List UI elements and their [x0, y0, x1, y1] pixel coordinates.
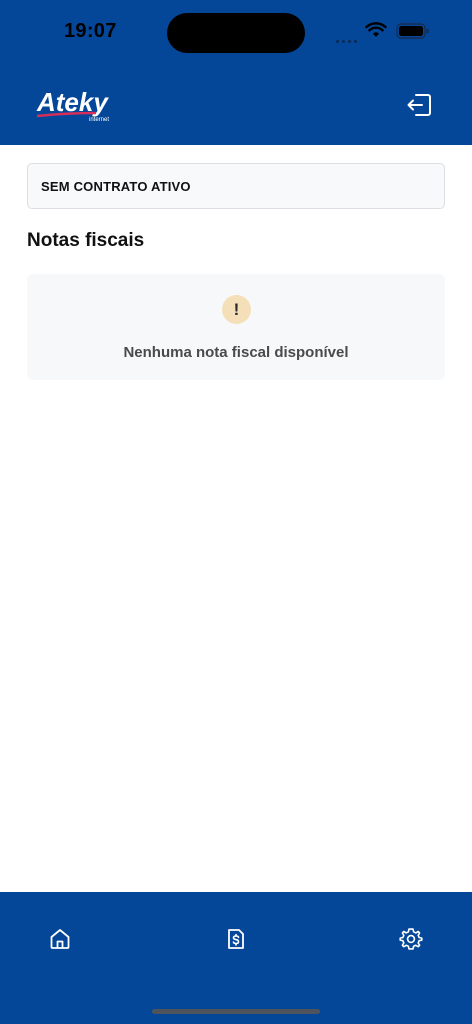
- logout-icon[interactable]: [406, 93, 432, 117]
- home-indicator[interactable]: [152, 1009, 320, 1014]
- dynamic-island: [167, 13, 305, 53]
- wifi-icon: [365, 22, 387, 37]
- logo-subtext: internet: [89, 117, 109, 123]
- page-title: Notas fiscais: [27, 230, 145, 251]
- app-header: 19:07 Ateky internet: [0, 0, 472, 145]
- warning-icon: !: [222, 295, 251, 324]
- gear-icon[interactable]: [399, 927, 423, 951]
- home-icon[interactable]: [48, 927, 72, 951]
- battery-icon: [396, 23, 429, 39]
- status-time: 19:07: [64, 20, 117, 42]
- status-bar: 19:07: [0, 0, 472, 60]
- bottom-nav: [0, 892, 472, 1024]
- empty-state-message: Nenhuma nota fiscal disponível: [123, 344, 349, 361]
- signal-icon: [336, 30, 360, 48]
- contract-status-label: SEM CONTRATO ATIVO: [41, 178, 191, 194]
- contract-status-box[interactable]: SEM CONTRATO ATIVO: [27, 163, 445, 209]
- ateky-logo: Ateky internet: [36, 86, 122, 124]
- invoice-icon[interactable]: [224, 927, 248, 951]
- empty-state-card: ! Nenhuma nota fiscal disponível: [27, 274, 445, 380]
